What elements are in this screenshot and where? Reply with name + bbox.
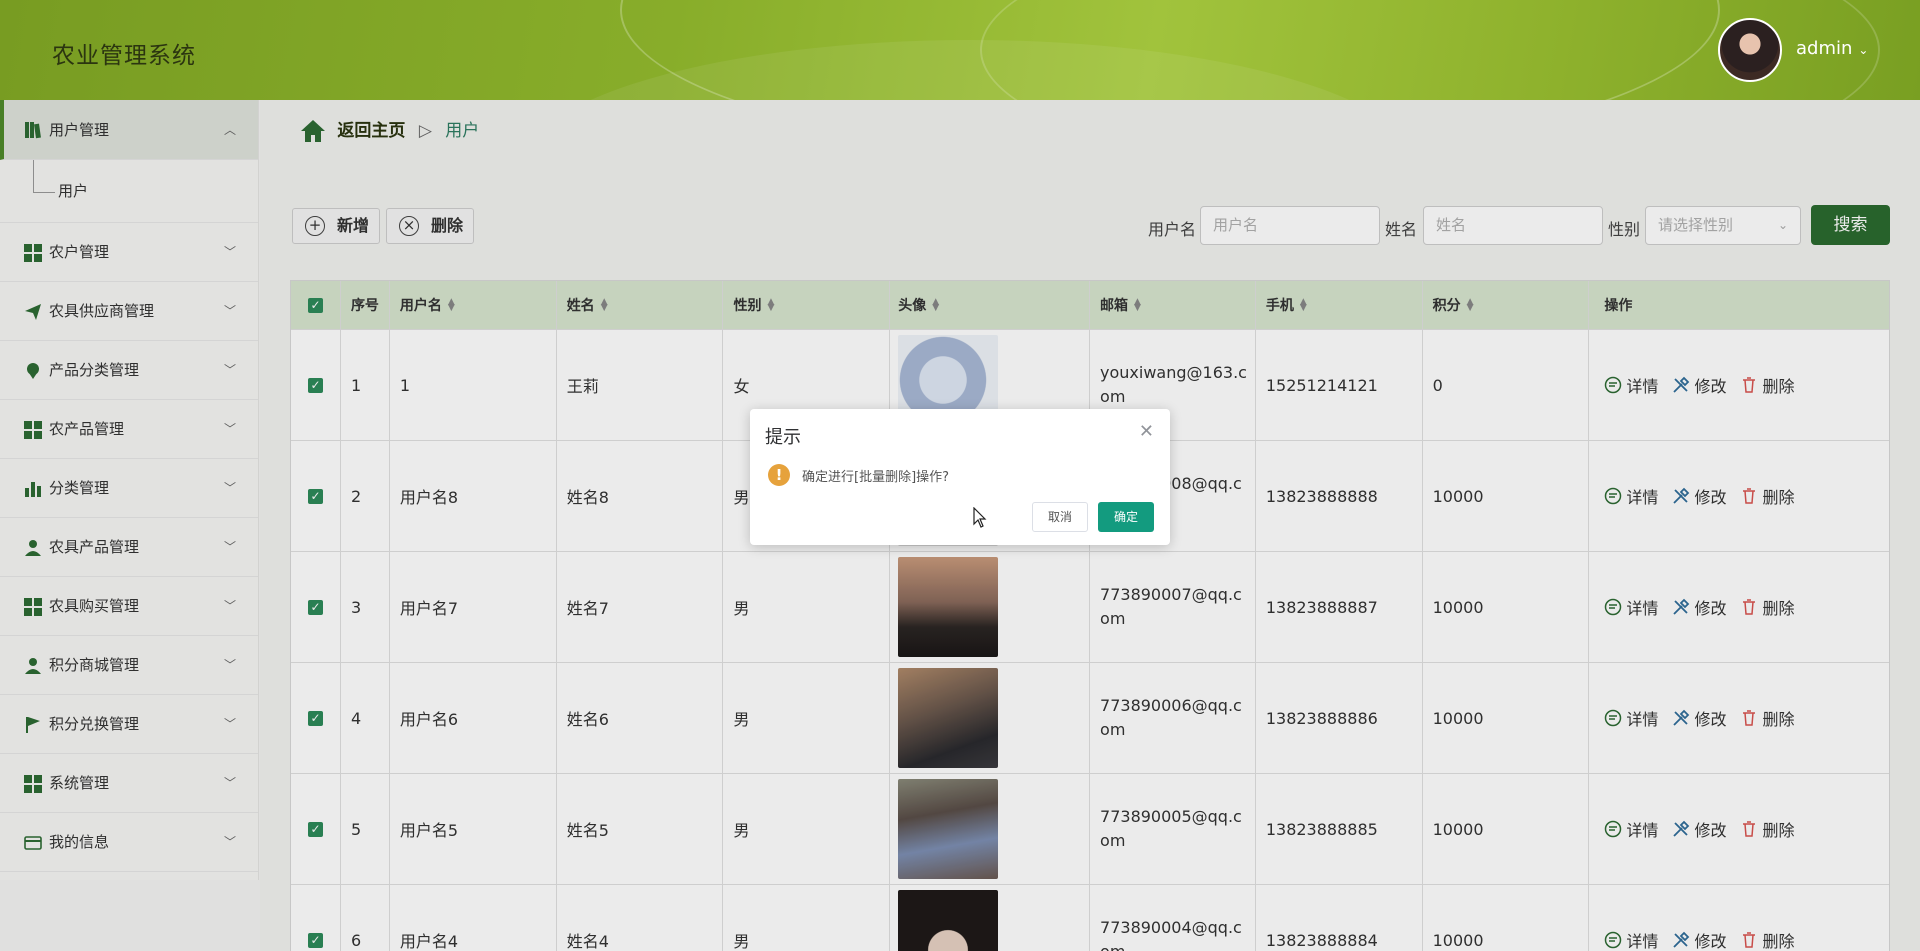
chevron-down-icon: ⌄ <box>1858 43 1869 57</box>
close-icon[interactable]: ✕ <box>1139 421 1154 442</box>
user-name: admin <box>1796 38 1853 59</box>
user-menu[interactable]: admin ⌄ <box>1796 38 1868 59</box>
cancel-button[interactable]: 取消 <box>1032 502 1088 532</box>
confirm-button[interactable]: 确定 <box>1098 502 1154 532</box>
top-header: 农业管理系统 admin ⌄ <box>0 0 1920 100</box>
dialog-message: 确定进行[批量删除]操作? <box>802 470 950 485</box>
confirm-dialog: 提示 ✕ ! 确定进行[批量删除]操作? 取消 确定 <box>750 409 1170 545</box>
app-title: 农业管理系统 <box>52 43 196 69</box>
avatar[interactable] <box>1718 18 1782 82</box>
warning-icon: ! <box>768 464 790 486</box>
dialog-title: 提示 <box>765 427 801 448</box>
mouse-cursor-icon <box>973 507 987 528</box>
